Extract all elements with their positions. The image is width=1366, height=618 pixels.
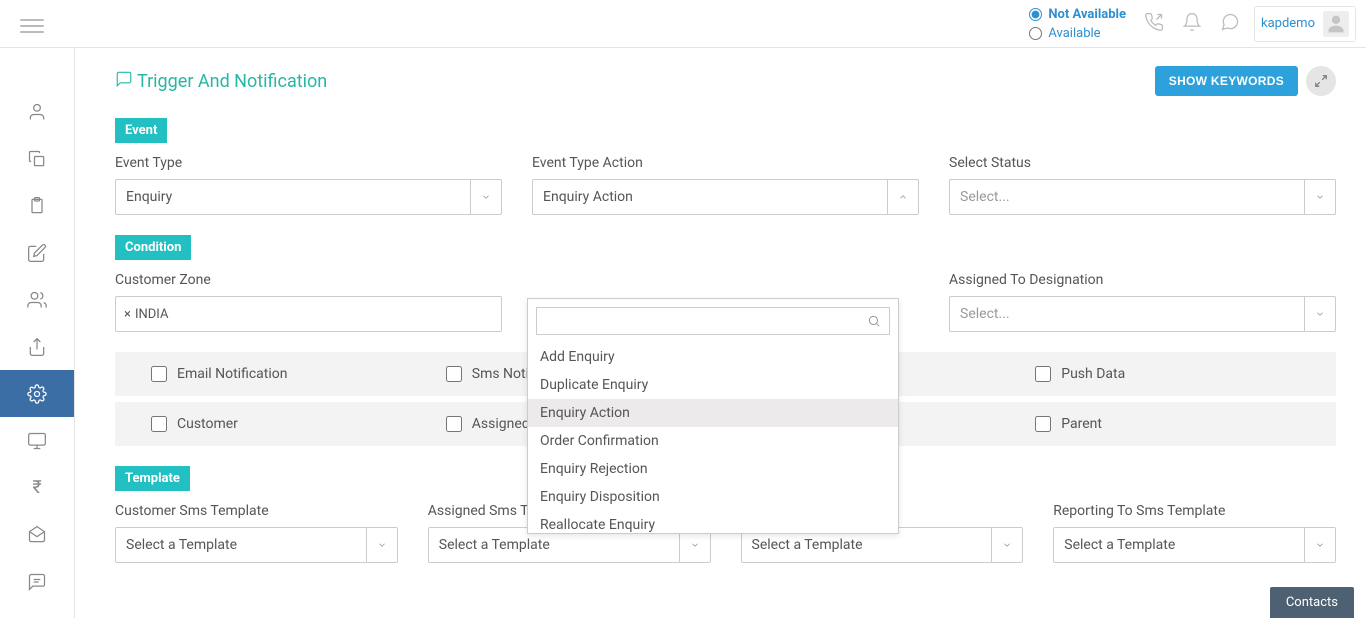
sidebar: ₹ [0,48,75,618]
main-content: Trigger And Notification SHOW KEYWORDS E… [75,48,1366,618]
customer-zone-label: Customer Zone [115,272,502,288]
check-sms-notification-label: Sms Noti [472,366,529,382]
check-push-data-label: Push Data [1061,366,1125,382]
dropdown-list: Add EnquiryDuplicate EnquiryEnquiry Acti… [528,343,898,533]
bell-icon[interactable] [1182,12,1202,36]
dropdown-option[interactable]: Order Confirmation [528,427,898,455]
select-status-placeholder: Select... [960,189,1010,205]
check-customer[interactable]: Customer [151,416,416,432]
customer-sms-template-field: Customer Sms Template Select a Template [115,503,398,563]
sidebar-item-copy[interactable] [0,135,74,182]
reporting-to-sms-template-value: Select a Template [1064,537,1175,553]
event-type-action-value: Enquiry Action [543,189,633,205]
assigned-to-designation-label: Assigned To Designation [949,272,1336,288]
sidebar-item-edit[interactable] [0,229,74,276]
hamburger-menu[interactable] [20,15,44,33]
dropdown-search-box[interactable] [536,307,890,335]
check-email-notification[interactable]: Email Notification [151,366,416,382]
expand-button[interactable] [1306,66,1336,96]
event-type-value: Enquiry [126,189,172,205]
reporting-to-sms-template-label: Reporting To Sms Template [1053,503,1336,519]
availability-available-label: Available [1048,26,1100,41]
sidebar-item-message[interactable] [0,558,74,605]
check-customer-label: Customer [177,416,238,432]
availability-not-available-label: Not Available [1048,7,1126,22]
topbar: Not Available Available kapdemo [0,0,1366,48]
dropdown-search-input[interactable] [545,314,867,329]
event-type-field: Event Type Enquiry [115,155,502,215]
section-condition: Condition [115,235,191,260]
sidebar-item-mail[interactable] [0,511,74,558]
dropdown-search-wrap [528,299,898,343]
customer-sms-template-value: Select a Template [126,537,237,553]
avatar [1323,11,1349,37]
sidebar-item-share[interactable] [0,323,74,370]
customer-zone-field: Customer Zone × INDIA [115,272,502,332]
customer-zone-input[interactable]: × INDIA [115,296,502,332]
dropdown-option[interactable]: Enquiry Disposition [528,483,898,511]
event-type-select[interactable]: Enquiry [115,179,502,215]
sidebar-item-user[interactable] [0,88,74,135]
dropdown-option[interactable]: Add Enquiry [528,343,898,371]
event-type-action-select[interactable]: Enquiry Action [532,179,919,215]
chat-icon[interactable] [1220,12,1240,36]
dropdown-option[interactable]: Enquiry Rejection [528,455,898,483]
sidebar-item-clipboard[interactable] [0,182,74,229]
user-name: kapdemo [1261,16,1315,31]
assigned-to-designation-field: Assigned To Designation Select... [949,272,1336,332]
assigned-to-designation-placeholder: Select... [960,306,1010,322]
dropdown-option[interactable]: Reallocate Enquiry [528,511,898,533]
event-type-action-label: Event Type Action [532,155,919,171]
event-action-dropdown: Add EnquiryDuplicate EnquiryEnquiry Acti… [527,298,899,534]
creator-sms-template-value: Select a Template [752,537,863,553]
select-status-field: Select Status Select... [949,155,1336,215]
customer-sms-template-label: Customer Sms Template [115,503,398,519]
select-status-select[interactable]: Select... [949,179,1336,215]
check-parent-label: Parent [1061,416,1102,432]
check-parent[interactable]: Parent [1035,416,1300,432]
select-status-label: Select Status [949,155,1336,171]
availability-available[interactable]: Available [1029,26,1126,41]
section-event: Event [115,118,167,143]
sidebar-item-monitor[interactable] [0,417,74,464]
availability-not-available[interactable]: Not Available [1029,7,1126,22]
availability-group: Not Available Available [1029,7,1126,41]
customer-zone-tag-label: INDIA [135,307,168,322]
phone-out-icon[interactable] [1144,12,1164,36]
page-title-icon [115,70,137,92]
page-title: Trigger And Notification [137,71,327,92]
section-template: Template [115,466,190,491]
contacts-tab[interactable]: Contacts [1270,587,1354,618]
event-type-label: Event Type [115,155,502,171]
sidebar-item-users[interactable] [0,276,74,323]
dropdown-option[interactable]: Duplicate Enquiry [528,371,898,399]
customer-zone-tag: × INDIA [124,307,168,322]
event-type-action-field: Event Type Action Enquiry Action [532,155,919,215]
search-icon [867,314,881,328]
reporting-to-sms-template-select[interactable]: Select a Template [1053,527,1336,563]
check-email-notification-label: Email Notification [177,366,288,382]
topbar-icons [1144,12,1240,36]
sidebar-item-rupee[interactable]: ₹ [0,464,74,511]
remove-tag-icon[interactable]: × [124,307,131,322]
check-push-data[interactable]: Push Data [1035,366,1300,382]
customer-sms-template-select[interactable]: Select a Template [115,527,398,563]
user-chip[interactable]: kapdemo [1254,6,1356,42]
show-keywords-button[interactable]: SHOW KEYWORDS [1155,66,1298,96]
page-header: Trigger And Notification SHOW KEYWORDS [115,66,1336,96]
assigned-sms-template-value: Select a Template [439,537,550,553]
dropdown-option[interactable]: Enquiry Action [528,399,898,427]
assigned-to-designation-select[interactable]: Select... [949,296,1336,332]
check-assigned-label: Assigned [472,416,530,432]
reporting-to-sms-template-field: Reporting To Sms Template Select a Templ… [1053,503,1336,563]
sidebar-item-settings[interactable] [0,370,74,417]
